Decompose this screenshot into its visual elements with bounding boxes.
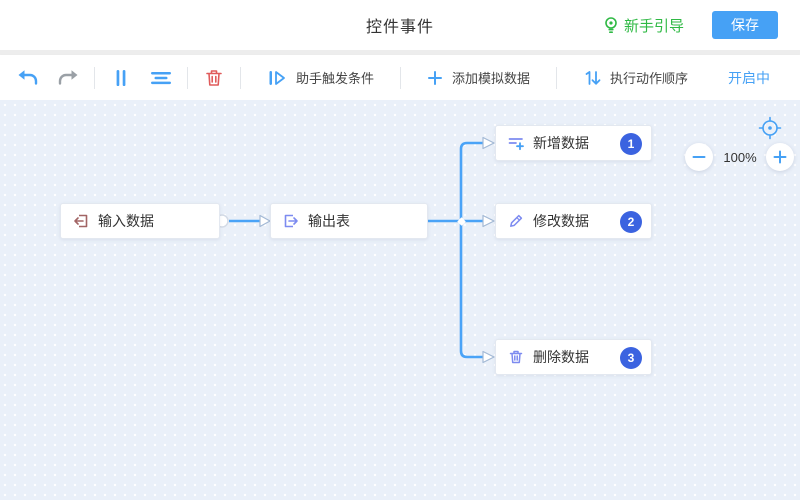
toolbar-divider <box>556 67 557 89</box>
align-horizontal-button[interactable] <box>141 63 181 93</box>
app-window: 控件事件 新手引导 保存 <box>0 0 800 500</box>
undo-icon <box>16 69 40 87</box>
arrowhead <box>483 138 494 149</box>
redo-icon <box>56 69 80 87</box>
undo-button[interactable] <box>8 63 48 93</box>
node-label: 输入数据 <box>98 211 154 231</box>
sort-order-icon <box>583 69 601 87</box>
toolbar-divider <box>94 67 95 89</box>
horizontal-lines-align-icon <box>150 68 172 88</box>
header-actions: 新手引导 保存 <box>603 0 778 50</box>
node-add-data[interactable]: 新增数据 1 <box>495 125 652 161</box>
order-badge: 2 <box>620 211 642 233</box>
node-modify-data[interactable]: 修改数据 2 <box>495 203 652 239</box>
zoom-level: 100% <box>713 150 767 165</box>
order-badge: 1 <box>620 133 642 155</box>
align-vertical-button[interactable] <box>101 63 141 93</box>
edit-pencil-icon <box>508 213 524 229</box>
wire-branch-delete <box>461 221 483 357</box>
beginner-guide-link[interactable]: 新手引导 <box>603 15 684 36</box>
order-badge: 3 <box>620 347 642 369</box>
node-input-data[interactable]: 输入数据 <box>60 203 220 239</box>
wire-junction <box>457 217 465 225</box>
page-title: 控件事件 <box>366 13 434 37</box>
lightbulb-icon <box>603 16 619 35</box>
delete-node-button[interactable] <box>194 63 234 93</box>
bar-play-icon <box>267 69 287 87</box>
arrowhead <box>483 216 494 227</box>
toolbar: 助手触发条件 添加模拟数据 执行动作顺序 开启中 <box>0 55 800 100</box>
trigger-condition-label: 助手触发条件 <box>296 68 374 87</box>
action-order-button[interactable]: 执行动作顺序 <box>563 68 708 87</box>
trigger-condition-button[interactable]: 助手触发条件 <box>247 68 394 87</box>
trash-icon <box>204 68 224 88</box>
node-label: 修改数据 <box>533 211 589 231</box>
node-label: 输出表 <box>308 211 350 231</box>
node-output-table[interactable]: 输出表 <box>270 203 428 239</box>
plus-icon <box>427 70 443 86</box>
toolbar-divider <box>187 67 188 89</box>
minus-icon <box>692 150 706 164</box>
toolbar-divider <box>400 67 401 89</box>
export-icon <box>283 213 299 229</box>
wire-branch-add <box>461 143 483 221</box>
arrowhead <box>483 352 494 363</box>
header: 控件事件 新手引导 保存 <box>0 0 800 50</box>
plus-icon <box>773 150 787 164</box>
rows-plus-icon <box>508 135 524 151</box>
add-mock-data-button[interactable]: 添加模拟数据 <box>407 68 550 87</box>
crosshair-icon <box>757 115 783 141</box>
redo-button[interactable] <box>48 63 88 93</box>
arrowhead <box>260 216 270 227</box>
trash-icon <box>508 349 524 365</box>
zoom-in-button[interactable] <box>766 143 794 171</box>
save-button[interactable]: 保存 <box>712 11 778 39</box>
zoom-out-button[interactable] <box>685 143 713 171</box>
connection-wires <box>0 100 800 500</box>
flow-canvas[interactable]: 输入数据 输出表 新增数据 1 修改数据 2 <box>0 100 800 500</box>
beginner-guide-label: 新手引导 <box>624 15 684 36</box>
toolbar-divider <box>240 67 241 89</box>
status-toggle[interactable]: 开启中 <box>728 68 770 88</box>
node-delete-data[interactable]: 删除数据 3 <box>495 339 652 375</box>
action-order-label: 执行动作顺序 <box>610 68 688 87</box>
import-icon <box>73 213 89 229</box>
locate-button[interactable] <box>757 115 783 141</box>
add-mock-data-label: 添加模拟数据 <box>452 68 530 87</box>
node-label: 删除数据 <box>533 347 589 367</box>
vertical-bars-align-icon <box>111 68 131 88</box>
node-label: 新增数据 <box>533 133 589 153</box>
